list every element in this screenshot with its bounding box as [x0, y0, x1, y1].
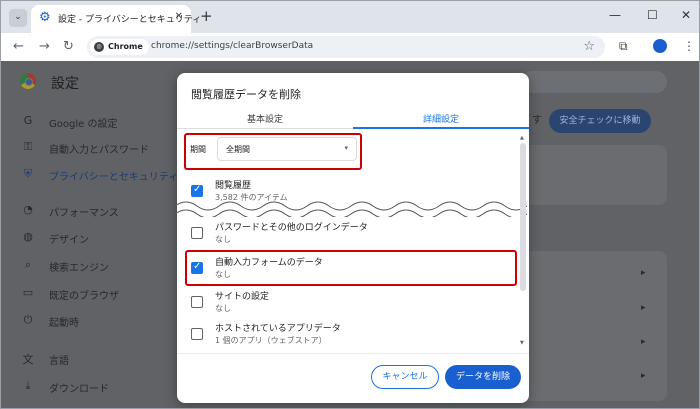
close-tab-icon[interactable]: ✕ [175, 11, 183, 22]
checkbox-hosted-app-data[interactable] [191, 328, 203, 340]
checkbox-passwords[interactable] [191, 227, 203, 239]
extensions-icon[interactable]: ⧉ [619, 39, 628, 54]
dialog-title: 閲覧履歴データを削除 [191, 88, 301, 101]
google-icon: G [23, 114, 33, 127]
chevron-down-icon: ▾ [344, 144, 348, 152]
reload-button[interactable]: ↻ [63, 39, 74, 54]
palette-icon: ◍ [23, 230, 33, 243]
option-subtitle: 1 個のアプリ（ウェブストア） [215, 336, 327, 345]
avatar[interactable] [653, 39, 667, 53]
sidebar-item-label: 検索エンジン [49, 263, 109, 274]
dialog-scrollbar[interactable] [520, 143, 526, 291]
option-title: サイトの設定 [215, 292, 270, 302]
search-icon: ⌕ [24, 258, 32, 271]
scroll-up-icon[interactable]: ▲ [520, 135, 524, 141]
browser-window: ⌄ ⚙ 設定 - プライバシーとセキュリティ ✕ + — ☐ ✕ ← → ↻ ◎… [0, 0, 700, 409]
checkbox-site-settings[interactable] [191, 296, 203, 308]
forward-button[interactable]: → [39, 39, 50, 54]
period-value: 全期間 [226, 145, 250, 154]
sidebar-item-autofill[interactable]: ⚿ 自動入力とパスワード [1, 135, 171, 161]
option-subtitle: なし [215, 304, 231, 313]
checkbox-autofill[interactable] [191, 261, 203, 274]
toolbar: ← → ↻ ◎ Chrome chrome://settings/clearBr… [1, 33, 699, 61]
download-icon: ⤓ [25, 379, 31, 392]
minimize-button[interactable]: — [609, 8, 621, 22]
sidebar-item-label: ダウンロード [49, 384, 109, 395]
option-autofill[interactable]: 自動入力フォームのデータ なし [177, 254, 517, 284]
key-icon: ⚿ [23, 140, 33, 153]
sidebar-item-on-startup[interactable]: ⏻ 起動時 [1, 308, 171, 334]
option-subtitle: なし [215, 270, 231, 279]
option-title: パスワードとその他のログインデータ [215, 223, 368, 233]
translate-icon: 文 [22, 353, 34, 366]
browser-icon: ▭ [22, 286, 34, 299]
sidebar-item-label: 既定のブラウザ [49, 291, 119, 302]
chip-label: Chrome [108, 42, 143, 51]
shield-icon: ⛨ [23, 167, 33, 180]
safety-check-button[interactable]: 安全チェックに移動 [549, 109, 651, 133]
sidebar-item-label: Google の設定 [49, 119, 118, 130]
option-title: 閲覧履歴 [215, 181, 252, 191]
sidebar-item-performance[interactable]: ◔ パフォーマンス [1, 198, 171, 224]
tab-search-button[interactable]: ⌄ [9, 9, 27, 27]
footer-divider [177, 353, 529, 354]
sidebar-item-label: 起動時 [49, 318, 79, 329]
star-icon[interactable]: ☆ [583, 39, 595, 54]
option-passwords[interactable]: パスワードとその他のログインデータ なし [177, 219, 517, 249]
site-info-chip[interactable]: ◎ Chrome [90, 39, 149, 55]
sidebar-item-default-browser[interactable]: ▭ 既定のブラウザ [1, 281, 171, 307]
row-arrow-icon[interactable]: ▸ [641, 371, 646, 381]
chrome-icon: ◎ [94, 42, 104, 52]
scroll-down-icon[interactable]: ▼ [520, 340, 524, 346]
option-subtitle: なし [215, 235, 231, 244]
page-title: 設定 [51, 76, 79, 92]
clear-browsing-data-dialog: 閲覧履歴データを削除 基本設定 詳細設定 期間 全期間 ▾ 閲覧履歴 3,582… [177, 73, 529, 403]
option-title: 自動入力フォームのデータ [215, 258, 323, 268]
sidebar-item-label: パフォーマンス [49, 208, 119, 219]
row-arrow-icon[interactable]: ▸ [641, 337, 646, 347]
row-arrow-icon[interactable]: ▸ [641, 268, 646, 278]
power-icon: ⏻ [23, 313, 33, 326]
sidebar-item-google[interactable]: G Google の設定 [1, 109, 171, 135]
settings-search-input[interactable] [521, 71, 667, 93]
maximize-button[interactable]: ☐ [647, 8, 658, 22]
sidebar-item-privacy[interactable]: ⛨ プライバシーとセキュリティ [1, 162, 178, 188]
sidebar-item-label: 言語 [49, 356, 69, 367]
tab-advanced[interactable]: 詳細設定 [423, 112, 459, 125]
gear-icon: ⚙ [39, 10, 51, 25]
chrome-logo-icon [20, 73, 36, 89]
tab-strip: ⌄ ⚙ 設定 - プライバシーとセキュリティ ✕ + — ☐ ✕ [1, 1, 699, 33]
selected-tab-indicator [353, 127, 529, 129]
speedometer-icon: ◔ [23, 203, 33, 216]
delete-data-button[interactable]: データを削除 [445, 365, 521, 389]
sidebar-item-downloads[interactable]: ⤓ ダウンロード [1, 374, 171, 400]
row-arrow-icon[interactable]: ▸ [641, 303, 646, 313]
sidebar-item-label: 自動入力とパスワード [49, 145, 149, 156]
sidebar-item-appearance[interactable]: ◍ デザイン [1, 225, 171, 251]
option-site-settings[interactable]: サイトの設定 なし [177, 288, 517, 318]
option-title: ホストされているアプリデータ [215, 324, 341, 334]
checkbox-browsing-history[interactable] [191, 184, 203, 197]
period-label: 期間 [190, 145, 206, 154]
tab-basic[interactable]: 基本設定 [247, 112, 283, 125]
period-select[interactable]: 全期間 ▾ [217, 137, 357, 161]
sidebar-item-search-engine[interactable]: ⌕ 検索エンジン [1, 253, 171, 279]
back-button[interactable]: ← [13, 39, 24, 54]
section-heading-fragment: す [532, 115, 542, 126]
tab-settings[interactable]: ⚙ 設定 - プライバシーとセキュリティ ✕ [31, 5, 201, 33]
sidebar-item-label: デザイン [49, 235, 89, 246]
sidebar-item-label: プライバシーとセキュリティ [49, 172, 179, 183]
menu-dots-icon[interactable]: ⋮ [683, 39, 695, 53]
omission-wave [177, 201, 529, 217]
new-tab-button[interactable]: + [200, 7, 213, 25]
window-close-button[interactable]: ✕ [681, 8, 691, 22]
sidebar-item-languages[interactable]: 文 言語 [1, 346, 171, 372]
url-text: chrome://settings/clearBrowserData [151, 41, 314, 51]
option-hosted-app-data[interactable]: ホストされているアプリデータ 1 個のアプリ（ウェブストア） [177, 320, 517, 350]
cancel-button[interactable]: キャンセル [371, 365, 439, 389]
address-bar[interactable]: ◎ Chrome chrome://settings/clearBrowserD… [87, 36, 605, 58]
